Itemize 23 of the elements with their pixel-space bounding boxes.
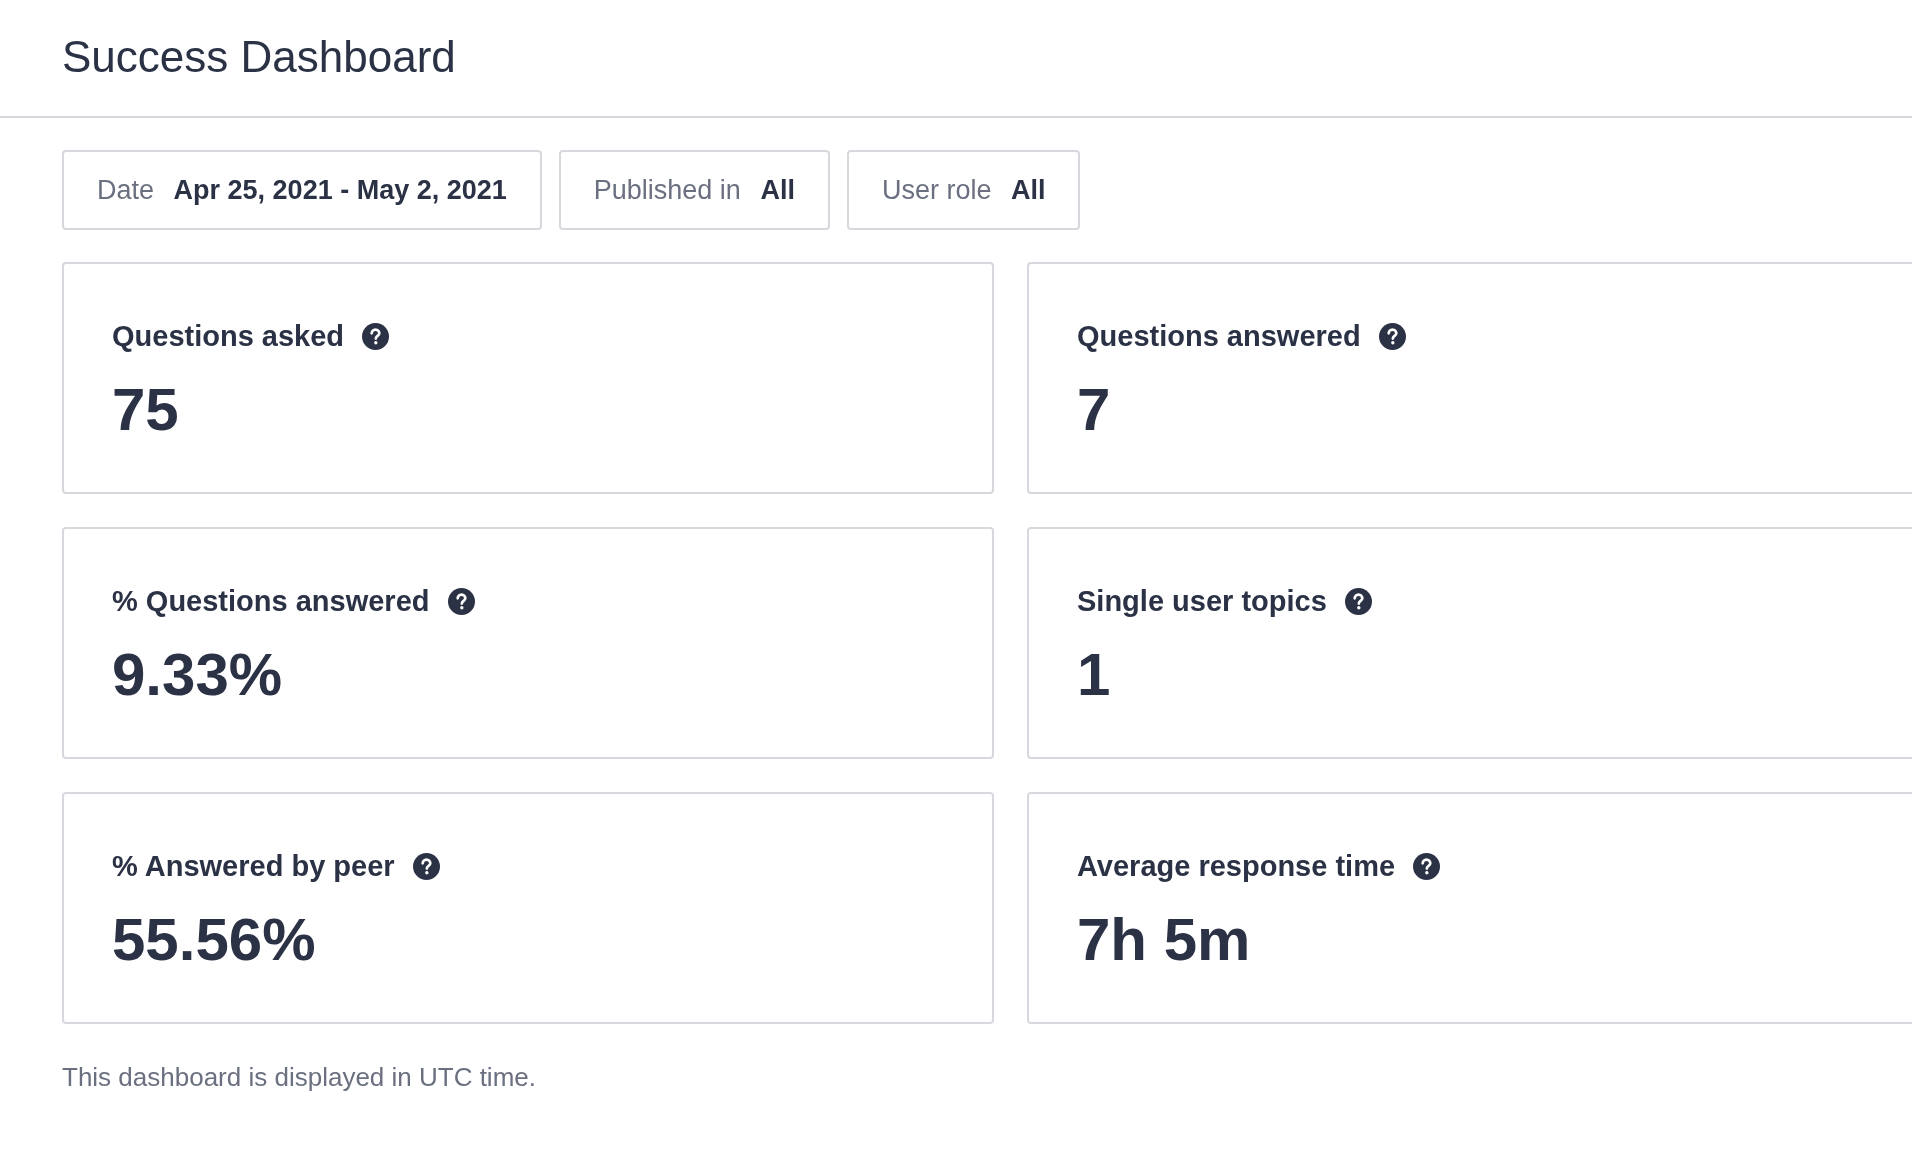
help-icon[interactable] (362, 323, 390, 350)
help-icon[interactable] (1378, 323, 1406, 350)
metric-value: 9.33% (112, 640, 284, 710)
filter-button[interactable]: Date Apr 25, 2021 - May 2, 2021 (62, 150, 542, 230)
metric-value: 7h 5m (1077, 905, 1252, 975)
metric-value: 7 (1077, 375, 1112, 445)
metric-value: 1 (1077, 640, 1112, 710)
help-icon[interactable] (447, 588, 475, 615)
metric-value: 75 (112, 375, 180, 445)
metric-label: Questions asked (112, 320, 345, 353)
page-title: Success Dashboard (62, 31, 457, 83)
footer-note: This dashboard is displayed in UTC time. (62, 1062, 537, 1093)
metric-value: 55.56% (112, 905, 317, 975)
metric-label: Average response time (1077, 850, 1396, 883)
filter-button[interactable]: Published in All (558, 150, 830, 230)
metric-label: Questions answered (1077, 320, 1361, 353)
help-icon[interactable] (1344, 588, 1372, 615)
filter-button[interactable]: User role All (846, 150, 1081, 230)
metric-label: % Answered by peer (112, 850, 395, 883)
metric-label: % Questions answered (112, 585, 430, 618)
help-icon[interactable] (1413, 853, 1441, 880)
help-icon[interactable] (412, 853, 440, 880)
metric-label: Single user topics (1077, 585, 1327, 618)
